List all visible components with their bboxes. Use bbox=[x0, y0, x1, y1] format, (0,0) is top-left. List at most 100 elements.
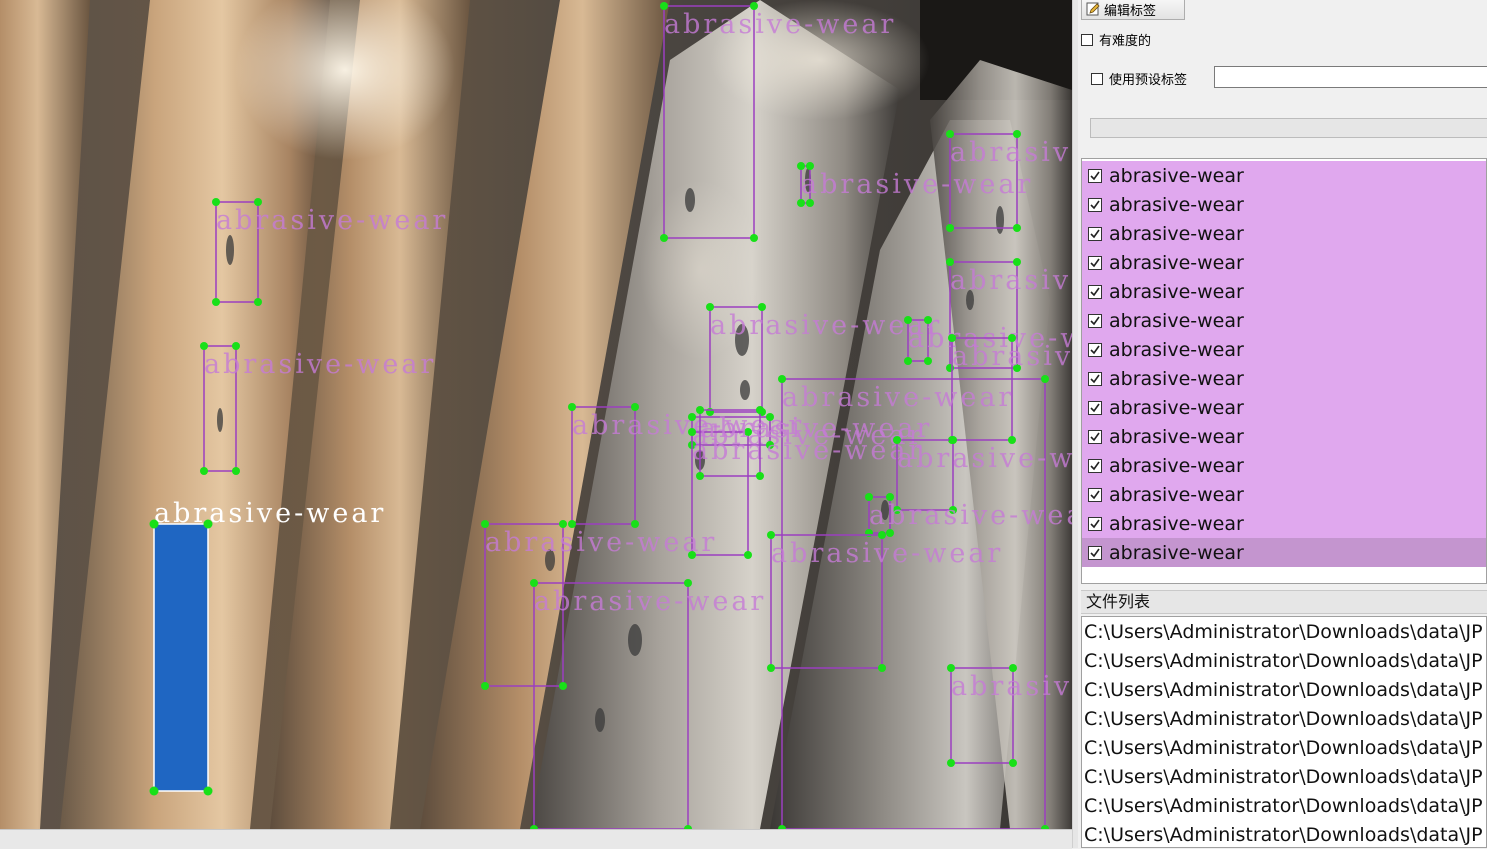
file-list-item[interactable]: C:\Users\Administrator\Downloads\data\JP bbox=[1084, 705, 1486, 734]
box-vertex-handle[interactable] bbox=[886, 529, 894, 537]
label-visible-checkbox[interactable] bbox=[1088, 342, 1102, 357]
use-default-label-row[interactable]: 使用预设标签 bbox=[1091, 69, 1187, 88]
file-list-item[interactable]: C:\Users\Administrator\Downloads\data\JP bbox=[1084, 821, 1486, 847]
file-list-item[interactable]: C:\Users\Administrator\Downloads\data\JP bbox=[1084, 792, 1486, 821]
box-vertex-handle[interactable] bbox=[1009, 759, 1017, 767]
box-vertex-handle[interactable] bbox=[706, 303, 714, 311]
box-vertex-handle[interactable] bbox=[232, 342, 240, 350]
use-default-label-checkbox[interactable] bbox=[1091, 72, 1103, 85]
box-vertex-handle[interactable] bbox=[481, 520, 489, 528]
file-list-item[interactable]: C:\Users\Administrator\Downloads\data\JP bbox=[1084, 763, 1486, 792]
label-visible-checkbox[interactable] bbox=[1088, 516, 1102, 531]
box-vertex-handle[interactable] bbox=[924, 316, 932, 324]
label-list-item[interactable]: abrasive-wear bbox=[1082, 451, 1486, 480]
label-list[interactable]: abrasive-wear abrasive-wear abrasive-wear a… bbox=[1081, 158, 1487, 584]
box-vertex-handle[interactable] bbox=[756, 406, 764, 414]
label-visible-checkbox[interactable] bbox=[1088, 545, 1102, 560]
label-visible-checkbox[interactable] bbox=[1088, 284, 1102, 299]
annotation-box[interactable]: abrasive-wear bbox=[947, 664, 1072, 767]
box-vertex-handle[interactable] bbox=[758, 303, 766, 311]
file-list[interactable]: C:\Users\Administrator\Downloads\data\JP… bbox=[1081, 616, 1487, 848]
box-vertex-handle[interactable] bbox=[481, 682, 489, 690]
box-vertex-handle[interactable] bbox=[1013, 130, 1021, 138]
box-vertex-handle[interactable] bbox=[1041, 375, 1049, 383]
box-vertex-handle[interactable] bbox=[865, 529, 873, 537]
box-vertex-handle[interactable] bbox=[797, 199, 805, 207]
box-vertex-handle[interactable] bbox=[806, 199, 814, 207]
difficult-checkbox[interactable] bbox=[1081, 33, 1093, 46]
box-vertex-handle[interactable] bbox=[203, 786, 213, 796]
label-list-item[interactable]: abrasive-wear bbox=[1082, 306, 1486, 335]
label-list-item[interactable]: abrasive-wear bbox=[1082, 364, 1486, 393]
box-vertex-handle[interactable] bbox=[948, 334, 956, 342]
annotation-box[interactable]: abrasive-wear bbox=[865, 493, 1072, 537]
box-vertex-handle[interactable] bbox=[949, 436, 957, 444]
annotation-box[interactable]: abrasive-wear bbox=[660, 2, 896, 242]
label-visible-checkbox[interactable] bbox=[1088, 487, 1102, 502]
box-vertex-handle[interactable] bbox=[688, 428, 696, 436]
file-list-item[interactable]: C:\Users\Administrator\Downloads\data\JP bbox=[1084, 676, 1486, 705]
box-vertex-handle[interactable] bbox=[778, 375, 786, 383]
box-vertex-handle[interactable] bbox=[688, 413, 696, 421]
box-vertex-handle[interactable] bbox=[1013, 224, 1021, 232]
box-vertex-handle[interactable] bbox=[744, 551, 752, 559]
label-list-item[interactable]: abrasive-wear bbox=[1082, 277, 1486, 306]
default-label-input[interactable] bbox=[1214, 66, 1487, 88]
label-visible-checkbox[interactable] bbox=[1088, 429, 1102, 444]
label-list-item[interactable]: abrasive-wear bbox=[1082, 480, 1486, 509]
box-vertex-handle[interactable] bbox=[254, 198, 262, 206]
label-list-item[interactable]: abrasive-wear bbox=[1082, 538, 1486, 567]
box-vertex-handle[interactable] bbox=[530, 579, 538, 587]
box-vertex-handle[interactable] bbox=[203, 519, 213, 529]
edit-label-button[interactable]: 编辑标签 bbox=[1081, 0, 1185, 20]
box-vertex-handle[interactable] bbox=[904, 357, 912, 365]
box-vertex-handle[interactable] bbox=[946, 130, 954, 138]
box-vertex-handle[interactable] bbox=[878, 531, 886, 539]
box-vertex-handle[interactable] bbox=[631, 403, 639, 411]
file-list-item[interactable]: C:\Users\Administrator\Downloads\data\JP bbox=[1084, 618, 1486, 647]
box-vertex-handle[interactable] bbox=[904, 316, 912, 324]
box-vertex-handle[interactable] bbox=[750, 234, 758, 242]
box-vertex-handle[interactable] bbox=[684, 579, 692, 587]
box-vertex-handle[interactable] bbox=[767, 531, 775, 539]
annotation-box[interactable]: abrasive-wear bbox=[212, 198, 448, 306]
annotation-box[interactable]: abrasive-wear bbox=[797, 162, 1033, 207]
label-list-item[interactable]: abrasive-wear bbox=[1082, 422, 1486, 451]
label-list-item[interactable]: abrasive-wear bbox=[1082, 393, 1486, 422]
box-vertex-handle[interactable] bbox=[232, 467, 240, 475]
box-vertex-handle[interactable] bbox=[797, 162, 805, 170]
box-vertex-handle[interactable] bbox=[696, 406, 704, 414]
label-list-item[interactable]: abrasive-wear bbox=[1082, 190, 1486, 219]
box-vertex-handle[interactable] bbox=[254, 298, 262, 306]
box-vertex-handle[interactable] bbox=[200, 342, 208, 350]
label-list-item[interactable]: abrasive-wear bbox=[1082, 219, 1486, 248]
box-vertex-handle[interactable] bbox=[696, 472, 704, 480]
box-vertex-handle[interactable] bbox=[756, 472, 764, 480]
label-list-item[interactable]: abrasive-wear bbox=[1082, 335, 1486, 364]
box-vertex-handle[interactable] bbox=[559, 520, 567, 528]
label-visible-checkbox[interactable] bbox=[1088, 458, 1102, 473]
difficult-checkbox-row[interactable]: 有难度的 bbox=[1081, 30, 1151, 49]
label-list-item[interactable]: abrasive-wear bbox=[1082, 161, 1486, 190]
label-visible-checkbox[interactable] bbox=[1088, 168, 1102, 183]
box-vertex-handle[interactable] bbox=[559, 682, 567, 690]
box-vertex-handle[interactable] bbox=[660, 2, 668, 10]
label-visible-checkbox[interactable] bbox=[1088, 400, 1102, 415]
label-visible-checkbox[interactable] bbox=[1088, 371, 1102, 386]
file-list-item[interactable]: C:\Users\Administrator\Downloads\data\JP bbox=[1084, 734, 1486, 763]
box-vertex-handle[interactable] bbox=[212, 198, 220, 206]
box-vertex-handle[interactable] bbox=[1008, 334, 1016, 342]
annotation-box[interactable]: abrasive-wear bbox=[530, 579, 766, 829]
annotation-overlay[interactable]: abrasive-wearabrasive-wearabrasive-weara… bbox=[0, 0, 1072, 829]
box-vertex-handle[interactable] bbox=[865, 493, 873, 501]
label-visible-checkbox[interactable] bbox=[1088, 313, 1102, 328]
label-list-item[interactable]: abrasive-wear bbox=[1082, 248, 1486, 277]
box-vertex-handle[interactable] bbox=[886, 493, 894, 501]
box-vertex-handle[interactable] bbox=[947, 664, 955, 672]
box-vertex-handle[interactable] bbox=[946, 224, 954, 232]
box-vertex-handle[interactable] bbox=[149, 519, 159, 529]
label-list-item[interactable]: abrasive-wear bbox=[1082, 509, 1486, 538]
box-vertex-handle[interactable] bbox=[1009, 664, 1017, 672]
box-vertex-handle[interactable] bbox=[924, 357, 932, 365]
image-canvas[interactable]: abrasive-wearabrasive-wearabrasive-weara… bbox=[0, 0, 1072, 829]
